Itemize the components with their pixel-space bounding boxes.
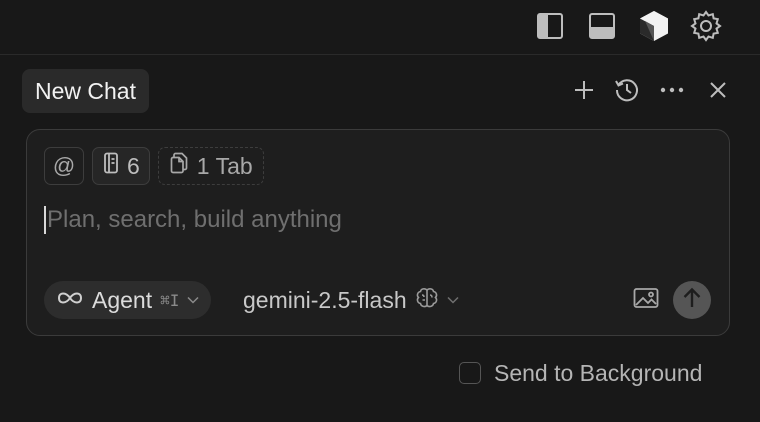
history-icon[interactable]	[612, 75, 642, 105]
toggle-sidebar-icon[interactable]	[534, 10, 566, 42]
mention-label: @	[52, 153, 76, 178]
cursor-cube-icon[interactable]	[638, 10, 670, 42]
model-selector[interactable]: gemini-2.5-flash	[243, 281, 459, 319]
chat-composer: @ 6 1 Tab Plan, search, build anything A…	[26, 129, 730, 336]
chat-input[interactable]: Plan, search, build anything	[44, 202, 704, 238]
chevron-down-icon	[447, 291, 459, 309]
chevron-down-icon	[187, 291, 199, 309]
attach-image-button[interactable]	[629, 285, 663, 315]
chat-header: New Chat	[0, 55, 760, 125]
files-icon	[169, 152, 189, 180]
more-icon[interactable]	[657, 75, 687, 105]
send-to-background-option[interactable]: Send to Background	[459, 359, 702, 387]
tab-new-chat[interactable]: New Chat	[22, 69, 149, 113]
mode-label: Agent	[92, 286, 153, 313]
context-chips: @ 6 1 Tab	[44, 147, 264, 185]
chat-input-placeholder: Plan, search, build anything	[47, 206, 342, 233]
send-to-background-checkbox[interactable]	[459, 362, 481, 384]
rules-count: 6	[127, 152, 140, 179]
toggle-panel-icon[interactable]	[586, 10, 618, 42]
tab-context-chip[interactable]: 1 Tab	[157, 147, 264, 185]
mode-shortcut: ⌘I	[160, 290, 180, 310]
top-toolbar	[0, 0, 760, 55]
send-button[interactable]	[673, 281, 711, 319]
send-to-background-label: Send to Background	[494, 359, 703, 386]
notebook-icon	[103, 152, 119, 180]
settings-gear-icon[interactable]	[690, 10, 722, 42]
image-icon	[633, 287, 659, 314]
tab-chip-label: 1 Tab	[196, 152, 253, 179]
model-label: gemini-2.5-flash	[243, 286, 407, 313]
text-caret	[44, 206, 46, 234]
mention-button[interactable]: @	[44, 147, 84, 185]
tab-new-chat-label: New Chat	[35, 77, 136, 104]
composer-controls: Agent ⌘I gemini-2.5-flash	[44, 281, 714, 319]
infinity-icon	[56, 290, 84, 311]
brain-icon	[415, 287, 439, 314]
arrow-up-icon	[682, 287, 702, 314]
mode-selector[interactable]: Agent ⌘I	[44, 281, 212, 319]
rules-chip[interactable]: 6	[92, 147, 150, 185]
plus-icon[interactable]	[569, 75, 599, 105]
close-icon[interactable]	[703, 75, 733, 105]
